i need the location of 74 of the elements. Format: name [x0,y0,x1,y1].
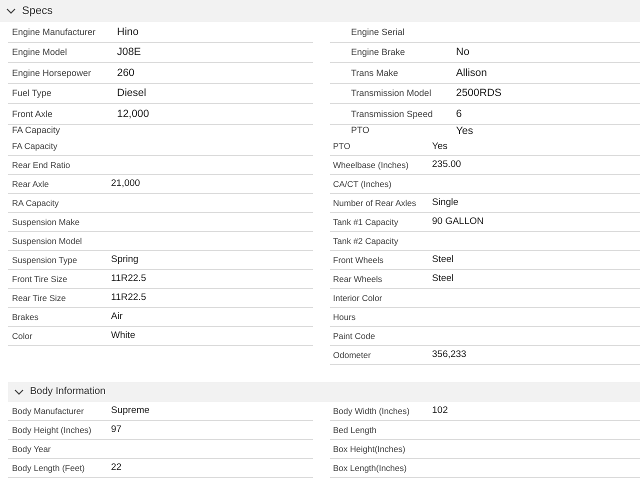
field-label: Box Length(Inches) [332,462,408,472]
field-value: 90 GALLON [432,216,484,227]
field-value: Single [432,197,458,208]
field-label: Bed Length [332,424,378,434]
field-label: PTO [350,124,370,134]
field-label: Transmission Model [350,88,432,98]
field-value: 11R22.5 [111,273,146,284]
field-label: Transmission Speed [350,108,434,119]
field-label: Suspension Model [11,236,83,246]
field-value: Steel [432,254,454,265]
field-label: Interior Color [332,292,384,302]
field-value: 12,000 [117,108,150,120]
field-value: Diesel [117,87,146,100]
field-label: Trans Make [350,68,400,78]
field-label: PTO [332,140,352,150]
field-label: Brakes [11,312,40,322]
field-label: Tank #2 Capacity [332,236,400,246]
field-label: Box Height(Inches) [332,444,406,454]
field-value: Allison [456,66,487,79]
field-label: Front Wheels [332,254,385,264]
field-label: Engine Manufacturer [11,26,97,37]
field-value: Supreme [111,405,150,416]
field-label: Engine Serial [350,26,406,37]
field-value: White [111,330,136,341]
field-value: 356,233 [432,349,466,360]
field-label: Odometer [332,350,372,360]
field-label: Body Height (Inches) [11,424,92,434]
field-label: Suspension Type [11,254,78,264]
field-label: FA Capacity [11,124,62,134]
field-value: 2500RDS [456,87,502,100]
field-value: Yes [456,124,474,136]
field-label: Engine Brake [350,47,406,58]
field-label: RA Capacity [11,198,60,208]
field-label: Suspension Make [11,216,81,226]
field-label: Wheelbase (Inches) [332,160,410,170]
field-label: Engine Horsepower [11,68,92,78]
section-header[interactable]: Body Information [8,382,640,402]
field-label: FA Capacity [11,140,58,150]
field-value: 22 [111,462,122,473]
chevron-icon [14,386,24,396]
field-label: Front Axle [11,108,54,119]
field-label: Rear Wheels [332,274,384,284]
field-label: Tank #1 Capacity [332,216,400,226]
field-label: Hours [332,312,357,322]
field-value: 11R22.5 [111,292,146,303]
field-label: Body Width (Inches) [332,406,411,416]
section-header[interactable]: Specs [0,0,640,22]
field-value: 235.00 [432,159,462,170]
field-label: Body Year [11,444,52,454]
field-value: Air [111,311,123,322]
field-value: 6 [456,108,462,120]
field-label: CA/CT (Inches) [332,178,392,188]
field-label: Rear Axle [11,178,50,188]
field-label: Body Manufacturer [11,406,85,416]
field-label: Front Tire Size [11,274,68,284]
field-value: No [456,46,470,58]
field-value: 21,000 [111,178,140,189]
field-label: Color [11,330,34,340]
field-value: 260 [117,66,135,79]
field-label: Fuel Type [11,88,52,98]
field-label: Rear Tire Size [11,292,67,302]
chevron-icon [6,6,16,16]
field-label: Rear End Ratio [11,160,72,170]
field-value: Hino [117,26,139,38]
field-value: Spring [111,254,138,265]
field-label: Number of Rear Axles [332,198,418,208]
field-label: Paint Code [332,330,376,340]
field-value: 102 [432,405,448,416]
field-value: Yes [432,140,448,152]
field-value: 97 [111,424,122,435]
field-value: Steel [432,273,454,284]
field-label: Engine Model [11,47,68,58]
field-label: Body Length (Feet) [11,462,86,472]
field-value: J08E [117,46,141,58]
